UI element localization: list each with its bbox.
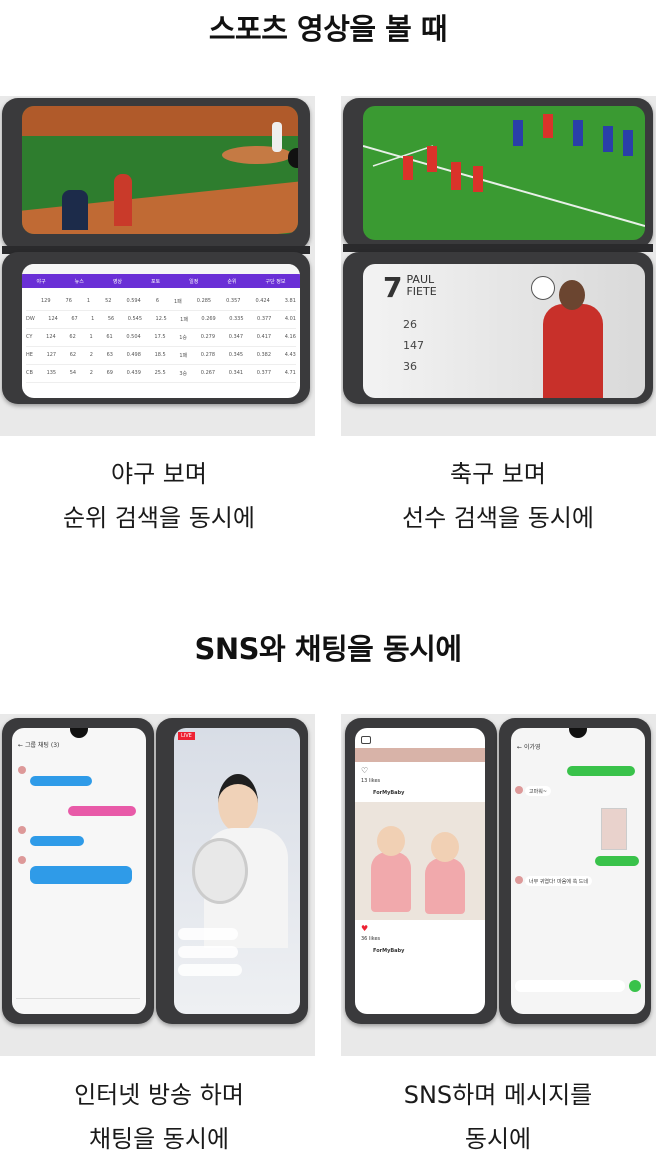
player-stat-2: 147 <box>403 339 424 352</box>
table-row: CY 124 62 1 61 0.504 17.5 1승 0.279 0.347 0.417 4.16 <box>26 334 296 347</box>
chat-bubble-blue <box>30 776 92 786</box>
table-row: HE 127 62 2 63 0.498 18.5 1패 0.278 0.345 0.382 4.43 <box>26 352 296 365</box>
tab-photo[interactable]: 포토 <box>151 278 160 285</box>
ball-icon <box>531 276 555 300</box>
dual-screen-device-left: ← 그룹 채팅 (3) <box>2 718 154 1024</box>
live-comment <box>178 964 242 976</box>
football-image: 7 PAUL FIETE 26 147 36 <box>341 96 656 436</box>
table-row: DW 124 67 1 56 0.545 12.5 1패 0.269 0.335 0.377 4.01 <box>26 316 296 329</box>
player-head <box>559 280 585 310</box>
chat-bubble-blue <box>30 866 132 884</box>
baby-photo <box>355 802 485 920</box>
message-bubble-received: 너무 귀엽다! 마음에 쏙 드네 <box>525 876 592 886</box>
tab-schedule[interactable]: 일정 <box>189 278 198 285</box>
sns-message-image: ♡ 13 likes ForMyBaby ♥ 36 likes ForMyBab… <box>341 714 656 1056</box>
tab-team-info[interactable]: 구단 정보 <box>266 278 286 285</box>
dual-screen-device-bottom: 야구 뉴스 영상 포토 일정 순위 구단 정보 129 76 1 52 0.594 6 1패… <box>2 252 310 404</box>
post-username: ForMyBaby <box>373 790 405 796</box>
blue-players <box>513 114 643 164</box>
baseball-image: 야구 뉴스 영상 포토 일정 순위 구단 정보 129 76 1 52 0.594 6 1패… <box>0 96 315 436</box>
contact-avatar <box>515 786 523 794</box>
caption-sns: SNS하며 메시지를 동시에 <box>403 1081 593 1153</box>
contact-avatar <box>515 876 523 884</box>
camera-icon[interactable] <box>361 736 371 744</box>
messenger-screen: ← 이가영 고마워~ 너무 귀엽다! 마음에 쏙 드네 <box>511 728 645 1014</box>
heart-icon[interactable]: ♡ <box>361 766 368 775</box>
player-number: 7 <box>383 271 403 304</box>
live-stream-screen: LIVE <box>174 728 300 1014</box>
chat-avatar <box>18 856 26 864</box>
caption-streaming: 인터넷 방송 하며 채팅을 동시에 <box>74 1081 244 1153</box>
streamer-head <box>218 774 258 832</box>
dual-screen-device <box>2 98 310 250</box>
caption-football: 축구 보며 선수 검색을 동시에 <box>402 460 594 532</box>
message-input[interactable] <box>515 980 625 992</box>
live-comment <box>178 946 238 958</box>
player-last-name: FIETE <box>406 285 437 298</box>
streaming-chat-image: ← 그룹 채팅 (3) LIVE <box>0 714 315 1056</box>
chat-bubble-pink <box>68 806 136 816</box>
live-comment <box>178 928 238 940</box>
player-stat-3: 36 <box>403 360 417 373</box>
baseball-standings-screen: 야구 뉴스 영상 포토 일정 순위 구단 정보 129 76 1 52 0.594 6 1패… <box>22 264 300 398</box>
tab-video[interactable]: 영상 <box>113 278 122 285</box>
player-figure <box>543 304 603 398</box>
standings-table: 129 76 1 52 0.594 6 1패 0.285 0.357 0.424 3.81 DW 12… <box>22 294 300 394</box>
shared-photo <box>601 808 627 850</box>
pitcher-figure <box>272 122 282 152</box>
like-count: 36 likes <box>361 936 381 942</box>
section-title-sns: SNS와 채팅을 동시에 <box>194 632 463 666</box>
batter-figure <box>114 174 132 226</box>
football-video-screen <box>363 106 645 240</box>
live-badge: LIVE <box>178 732 195 740</box>
chat-avatar <box>18 766 26 774</box>
baseball-video-screen <box>22 106 298 234</box>
dual-screen-device-bottom: 7 PAUL FIETE 26 147 36 <box>343 252 653 404</box>
tab-standings[interactable]: 순위 <box>227 278 236 285</box>
group-chat-title: 그룹 채팅 (3) <box>24 742 60 749</box>
player-card-screen: 7 PAUL FIETE 26 147 36 <box>363 264 645 398</box>
post-username: ForMyBaby <box>373 948 405 954</box>
back-arrow-icon[interactable]: ← <box>517 744 522 751</box>
caption-baseball: 야구 보며 순위 검색을 동시에 <box>63 460 255 532</box>
table-row: 129 76 1 52 0.594 6 1패 0.285 0.357 0.424 3.81 <box>26 298 296 311</box>
chat-input-bar[interactable] <box>16 998 140 1009</box>
dual-screen-device-right: ← 이가영 고마워~ 너무 귀엽다! 마음에 쏙 드네 <box>499 718 651 1024</box>
player-stat-1: 26 <box>403 318 417 331</box>
contact-name: 이가영 <box>523 744 541 751</box>
standings-header: 야구 뉴스 영상 포토 일정 순위 구단 정보 <box>22 274 300 288</box>
chat-avatar <box>18 826 26 834</box>
message-bubble-sent <box>595 856 639 866</box>
umpire-figure <box>62 190 88 230</box>
red-players <box>403 136 493 196</box>
message-bubble-received: 고마워~ <box>525 786 551 796</box>
dual-screen-device-right: LIVE <box>156 718 308 1024</box>
back-arrow-icon[interactable]: ← <box>18 742 23 749</box>
dual-screen-device-left: ♡ 13 likes ForMyBaby ♥ 36 likes ForMyBab… <box>345 718 497 1024</box>
chat-bubble-blue <box>30 836 84 846</box>
mirror-icon <box>192 838 248 904</box>
group-chat-screen: ← 그룹 채팅 (3) <box>12 728 146 1014</box>
tab-news[interactable]: 뉴스 <box>75 278 84 285</box>
heart-filled-icon[interactable]: ♥ <box>361 924 368 933</box>
tab-baseball[interactable]: 야구 <box>36 278 45 285</box>
message-bubble-sent <box>567 766 635 776</box>
table-row: CB 135 54 2 69 0.439 25.5 3승 0.267 0.341 0.377 4.71 <box>26 370 296 383</box>
section-title-sports: 스포츠 영상을 볼 때 <box>208 12 448 46</box>
dual-screen-device <box>343 98 653 248</box>
like-count: 13 likes <box>361 778 381 784</box>
sns-feed-screen: ♡ 13 likes ForMyBaby ♥ 36 likes ForMyBab… <box>355 728 485 1014</box>
send-button[interactable] <box>629 980 641 992</box>
